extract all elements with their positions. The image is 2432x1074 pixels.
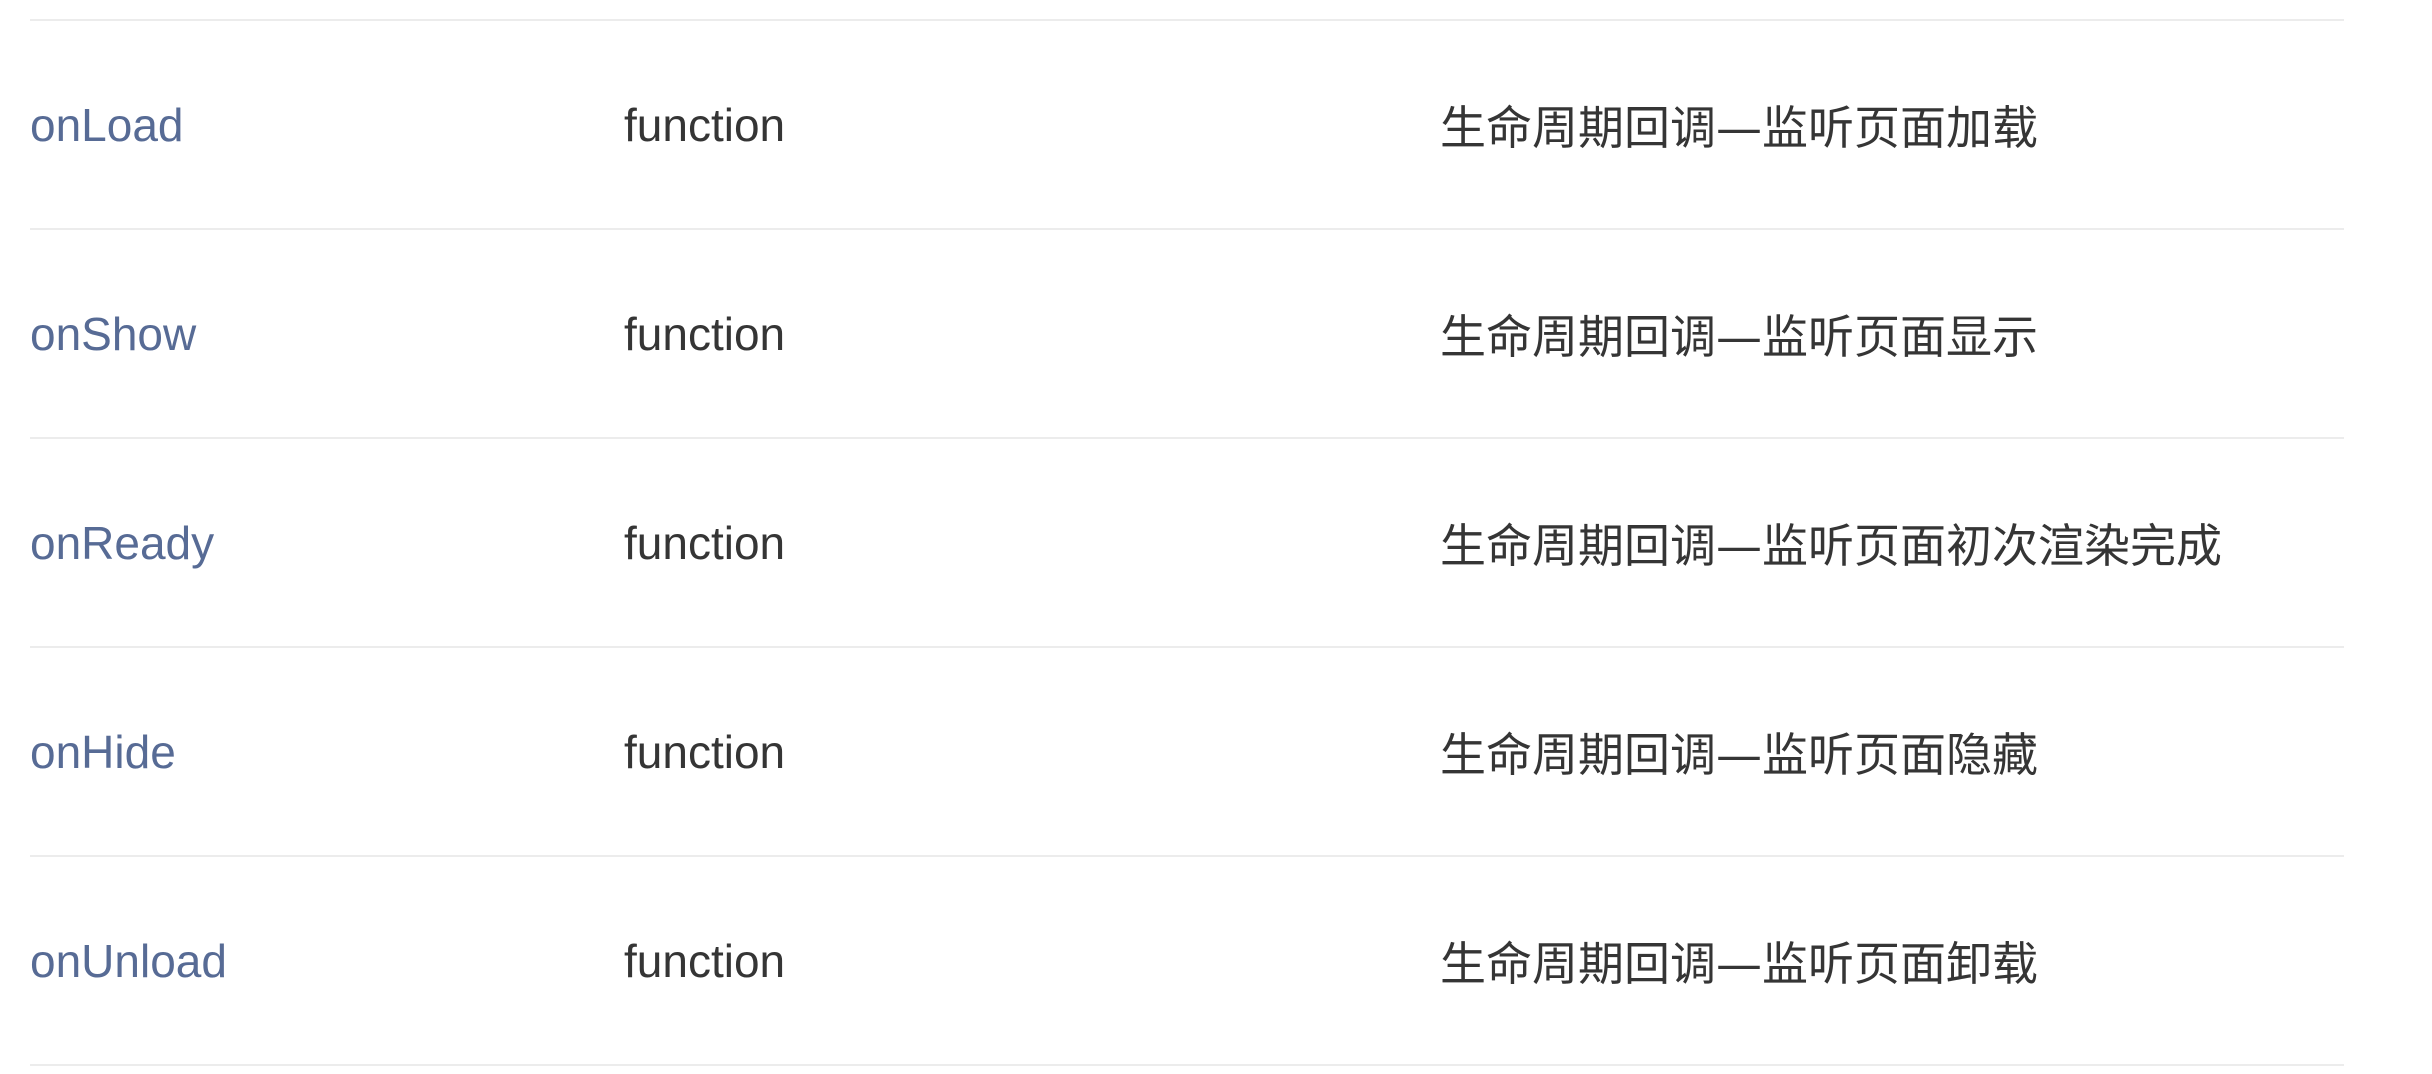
lifecycle-table: onLoad function 生命周期回调—监听页面加载 onShow fun… (30, 0, 2344, 1066)
table-row: onShow function 生命周期回调—监听页面显示 (30, 230, 2344, 439)
property-type: function (624, 98, 786, 151)
table-row: onHide function 生命周期回调—监听页面隐藏 (30, 648, 2344, 857)
property-type: function (624, 934, 786, 987)
property-description: 生命周期回调—监听页面加载 (1440, 100, 2038, 155)
table-row: onUnload function 生命周期回调—监听页面卸载 (30, 857, 2344, 1066)
table-row: onReady function 生命周期回调—监听页面初次渲染完成 (30, 439, 2344, 648)
property-name-link[interactable]: onUnload (30, 857, 227, 1064)
property-name-link[interactable]: onLoad (30, 21, 184, 228)
property-type: function (624, 516, 786, 569)
property-type: function (624, 307, 786, 360)
property-name-link[interactable]: onHide (30, 648, 176, 855)
property-name-link[interactable]: onReady (30, 439, 214, 646)
property-type: function (624, 725, 786, 778)
property-name-link[interactable]: onShow (30, 230, 196, 437)
table-row: onLoad function 生命周期回调—监听页面加载 (30, 21, 2344, 230)
property-description: 生命周期回调—监听页面卸载 (1440, 936, 2038, 991)
property-description: 生命周期回调—监听页面显示 (1440, 309, 2038, 364)
table-top-divider (30, 0, 2344, 21)
property-description: 生命周期回调—监听页面初次渲染完成 (1440, 518, 2222, 573)
property-description: 生命周期回调—监听页面隐藏 (1440, 727, 2038, 782)
